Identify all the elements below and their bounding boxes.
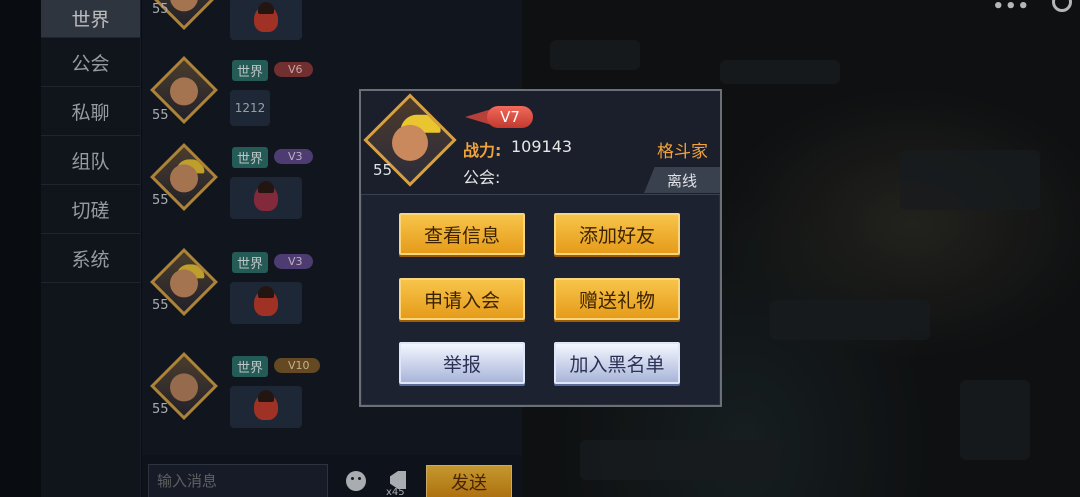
online-status: 离线 <box>644 167 720 193</box>
report-button[interactable]: 举报 <box>399 342 525 384</box>
blacklist-button[interactable]: 加入黑名单 <box>554 342 680 384</box>
guild-label: 公会: <box>463 168 501 187</box>
power-value: 109143 <box>511 137 573 156</box>
send-gift-button[interactable]: 赠送礼物 <box>554 278 680 320</box>
apply-guild-button[interactable]: 申请入会 <box>399 278 525 320</box>
player-info-dialog: 55 V7 战力: 109143 公会: 格斗家 离线 查看信息 添加好友 申请… <box>359 89 722 407</box>
vip-level: V7 <box>487 106 533 128</box>
power-label: 战力: <box>463 141 502 160</box>
player-class: 格斗家 <box>657 142 708 162</box>
view-info-button[interactable]: 查看信息 <box>399 213 525 255</box>
game-screen: ••• 世界 公会 私聊 组队 切磋 系统 55 55 世界 V6 1212 5… <box>0 0 1080 497</box>
player-info-header: 55 V7 战力: 109143 公会: 格斗家 离线 <box>361 91 720 195</box>
player-level: 55 <box>373 161 393 179</box>
add-friend-button[interactable]: 添加好友 <box>554 213 680 255</box>
vip-badge: V7 <box>465 104 535 130</box>
